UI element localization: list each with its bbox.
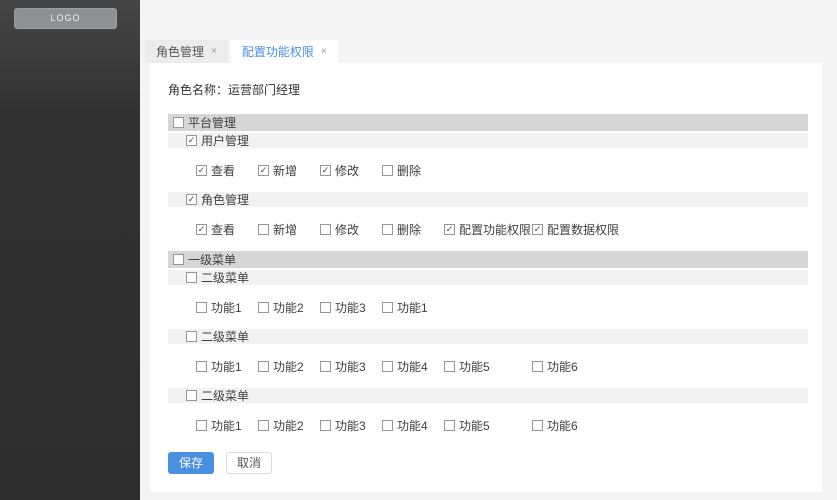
permission-subgroup-bar-level2-menu-1[interactable]: 二级菜单 [168,270,808,285]
form-actions: 保存 取消 [168,452,808,474]
checkbox-icon[interactable] [258,301,269,313]
subgroup-label: 用户管理 [201,134,250,148]
role-name-line: 角色名称：运营部门经理 [168,81,808,98]
permission-subgroup-bar-user-management[interactable]: 用户管理 [168,133,808,148]
permission-item[interactable]: 查看 [196,162,258,179]
permission-item[interactable]: 功能3 [320,299,382,316]
role-name-label: 角色名称： [168,83,229,97]
tab-bar: 角色管理 × 配置功能权限 × [145,40,837,63]
permission-item[interactable]: 新增 [258,162,320,179]
tab-label: 配置功能权限 [241,45,314,59]
permission-subgroup-bar-role-management[interactable]: 角色管理 [168,192,808,207]
permission-item[interactable]: 功能1 [196,299,258,316]
checkbox-icon[interactable] [173,117,184,128]
group-label: 平台管理 [188,116,237,130]
permission-item[interactable]: 功能2 [258,358,320,375]
permission-item[interactable]: 删除 [382,221,444,238]
checkbox-icon[interactable] [320,223,331,235]
permission-item[interactable]: 功能6 [532,417,578,434]
permission-item[interactable]: 查看 [196,221,258,238]
checkbox-icon[interactable] [186,390,197,401]
logo-button[interactable]: LOGO [14,8,117,29]
permission-group-bar-platform[interactable]: 平台管理 [168,114,808,131]
checkbox-icon[interactable] [196,164,207,176]
group-label: 一级菜单 [188,253,237,267]
permission-item-row: 功能1 功能2 功能3 功能4 功能5 功能6 [168,344,808,388]
cancel-button[interactable]: 取消 [226,452,273,474]
permission-item[interactable]: 功能1 [196,358,258,375]
permission-item[interactable]: 功能3 [320,417,382,434]
permission-item-row: 功能1 功能2 功能3 功能4 功能5 功能6 [168,403,808,447]
permission-subgroup-bar-level2-menu-2[interactable]: 二级菜单 [168,329,808,344]
checkbox-icon[interactable] [186,272,197,283]
checkbox-icon[interactable] [382,223,393,235]
checkbox-icon[interactable] [196,301,207,313]
permission-item-row: 功能1 功能2 功能3 功能1 [168,285,808,329]
checkbox-icon[interactable] [382,419,393,431]
permission-item[interactable]: 功能6 [532,358,578,375]
permission-group-bar-level1-menu[interactable]: 一级菜单 [168,251,808,268]
permission-item[interactable]: 功能1 [196,417,258,434]
save-button[interactable]: 保存 [168,452,215,474]
checkbox-icon[interactable] [532,419,543,431]
subgroup-label: 角色管理 [201,193,250,207]
checkbox-icon[interactable] [382,164,393,176]
checkbox-icon[interactable] [258,223,269,235]
checkbox-icon[interactable] [320,419,331,431]
checkbox-icon[interactable] [196,223,207,235]
checkbox-icon[interactable] [186,135,197,146]
permission-item[interactable]: 功能5 [444,358,532,375]
permission-item[interactable]: 配置数据权限 [532,221,619,238]
permission-item[interactable]: 功能2 [258,417,320,434]
checkbox-icon[interactable] [173,254,184,265]
permission-item[interactable]: 功能2 [258,299,320,316]
checkbox-icon[interactable] [532,360,543,372]
main-content: 角色管理 × 配置功能权限 × 角色名称：运营部门经理 平台管理 用户管理 查看 [140,0,837,500]
tab-close-icon[interactable]: × [211,46,217,57]
checkbox-icon[interactable] [258,360,269,372]
checkbox-icon[interactable] [444,360,455,372]
tab-role-management[interactable]: 角色管理 × [145,40,228,63]
checkbox-icon[interactable] [258,164,269,176]
subgroup-label: 二级菜单 [201,389,250,403]
permission-item[interactable]: 修改 [320,162,382,179]
permission-item[interactable]: 删除 [382,162,421,179]
subgroup-label: 二级菜单 [201,271,250,285]
permission-item[interactable]: 功能4 [382,417,444,434]
tab-label: 角色管理 [156,45,205,59]
checkbox-icon[interactable] [444,223,455,235]
permission-item[interactable]: 功能4 [382,358,444,375]
permission-subgroup-bar-level2-menu-3[interactable]: 二级菜单 [168,388,808,403]
permission-item-row: 查看 新增 修改 删除 配置功能权限 配置数据权限 [168,207,808,251]
checkbox-icon[interactable] [196,419,207,431]
checkbox-icon[interactable] [186,331,197,342]
checkbox-icon[interactable] [258,419,269,431]
checkbox-icon[interactable] [320,360,331,372]
checkbox-icon[interactable] [444,419,455,431]
permission-item[interactable]: 新增 [258,221,320,238]
permission-item[interactable]: 功能3 [320,358,382,375]
checkbox-icon[interactable] [382,360,393,372]
checkbox-icon[interactable] [196,360,207,372]
permission-item[interactable]: 修改 [320,221,382,238]
permission-item[interactable]: 功能5 [444,417,532,434]
sidebar: LOGO [0,0,140,500]
checkbox-icon[interactable] [186,194,197,205]
checkbox-icon[interactable] [382,301,393,313]
checkbox-icon[interactable] [320,164,331,176]
tab-configure-function-permissions[interactable]: 配置功能权限 × [230,40,338,63]
permission-item[interactable]: 配置功能权限 [444,221,532,238]
checkbox-icon[interactable] [532,223,543,235]
tab-close-icon[interactable]: × [321,46,327,57]
permission-item-row: 查看 新增 修改 删除 [168,148,808,192]
permissions-panel: 角色名称：运营部门经理 平台管理 用户管理 查看 新增 修改 [150,63,822,492]
role-name-value: 运营部门经理 [228,83,301,97]
subgroup-label: 二级菜单 [201,330,250,344]
checkbox-icon[interactable] [320,301,331,313]
permission-item[interactable]: 功能1 [382,299,428,316]
